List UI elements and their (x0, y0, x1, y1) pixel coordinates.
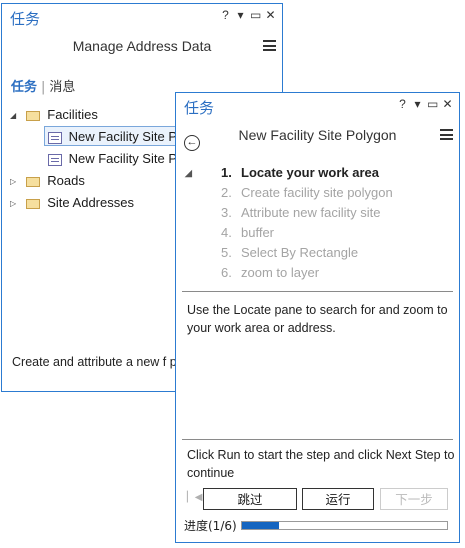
step-label: buffer (241, 225, 275, 240)
step-number: 4. (221, 225, 232, 240)
progress-row: 进度(1/6) (184, 518, 454, 534)
tree-item-label: Facilities (47, 107, 98, 122)
step-list: ◢ 1. Locate your work area 2. Create fac… (184, 163, 454, 283)
run-button[interactable]: 运行 (302, 488, 374, 510)
progress-bar (241, 521, 448, 530)
expand-right-icon[interactable]: ▷ (10, 171, 22, 193)
divider (182, 439, 453, 440)
divider (182, 291, 453, 292)
dropdown-icon[interactable]: ▾ (235, 8, 246, 22)
restore-icon[interactable]: ▭ (250, 8, 261, 22)
step-item[interactable]: 5. Select By Rectangle (184, 243, 454, 263)
tree-item-label: Roads (47, 173, 85, 188)
next-step-button[interactable]: 下一步 (380, 488, 448, 510)
tree-item-label: New Facility Site Po (68, 129, 185, 144)
tab-bar: 任务 | 消息 (11, 80, 76, 95)
expand-down-icon[interactable]: ◢ (10, 105, 22, 127)
hamburger-menu-icon[interactable] (263, 40, 276, 51)
expand-right-icon[interactable]: ▷ (10, 193, 22, 215)
help-icon[interactable]: ? (397, 97, 408, 111)
task-icon (48, 131, 62, 144)
pane-title: 任务 (184, 99, 215, 117)
step-label: Attribute new facility site (241, 205, 381, 220)
hamburger-menu-icon[interactable] (440, 129, 453, 140)
step-label: Create facility site polygon (241, 185, 393, 200)
skip-button[interactable]: 跳过 (203, 488, 297, 510)
step-item[interactable]: 4. buffer (184, 223, 454, 243)
step-label: Select By Rectangle (241, 245, 359, 260)
step-label: zoom to layer (241, 265, 320, 280)
step-number: 6. (221, 265, 232, 280)
help-icon[interactable]: ? (220, 8, 231, 22)
tree-item-label: New Facility Site Po (68, 151, 185, 166)
step-number: 3. (221, 205, 232, 220)
step-number: 5. (221, 245, 232, 260)
step-item[interactable]: 3. Attribute new facility site (184, 203, 454, 223)
titlebar: 任务 ? ▾ ▭ ✕ (2, 4, 282, 30)
titlebar: 任务 ? ▾ ▭ ✕ (176, 93, 459, 119)
dropdown-icon[interactable]: ▾ (412, 97, 423, 111)
restore-icon[interactable]: ▭ (427, 97, 438, 111)
window-controls: ? ▾ ▭ ✕ (220, 8, 276, 22)
header-title: Manage Address Data (72, 38, 212, 54)
collapse-icon[interactable]: ◢ (185, 163, 192, 183)
tab-tasks[interactable]: 任务 (11, 80, 37, 95)
progress-fill (242, 522, 279, 529)
folder-icon (25, 198, 40, 209)
step-number: 2. (221, 185, 232, 200)
progress-label: 进度(1/6) (184, 519, 237, 533)
stage: 任务 ? ▾ ▭ ✕ Manage Address Data 任务 | 消息 ◢ F… (0, 0, 465, 548)
button-row: ▏◀ 跳过 运行 下一步 (176, 488, 461, 514)
header-row: ← New Facility Site Polygon (176, 119, 459, 151)
step-number: 1. (221, 165, 232, 180)
tree-item-label: Site Addresses (47, 195, 134, 210)
tab-messages[interactable]: 消息 (49, 80, 75, 95)
tasks-pane-front: 任务 ? ▾ ▭ ✕ ← New Facility Site Polygon ◢… (175, 92, 460, 543)
folder-icon (25, 176, 40, 187)
step-description: Use the Locate pane to search for and zo… (187, 303, 448, 335)
header-row: Manage Address Data (2, 30, 282, 62)
folder-icon (25, 110, 40, 121)
step-item[interactable]: ◢ 1. Locate your work area (184, 163, 454, 183)
window-controls: ? ▾ ▭ ✕ (397, 97, 453, 111)
pane-title: 任务 (10, 10, 41, 28)
run-hint: Click Run to start the step and click Ne… (187, 448, 455, 480)
step-item[interactable]: 2. Create facility site polygon (184, 183, 454, 203)
first-step-icon: ▏◀ (187, 492, 203, 503)
close-icon[interactable]: ✕ (265, 8, 276, 22)
step-item[interactable]: 6. zoom to layer (184, 263, 454, 283)
task-icon (48, 153, 62, 166)
step-label: Locate your work area (241, 165, 379, 180)
header-title: New Facility Site Polygon (238, 127, 397, 143)
close-icon[interactable]: ✕ (442, 97, 453, 111)
